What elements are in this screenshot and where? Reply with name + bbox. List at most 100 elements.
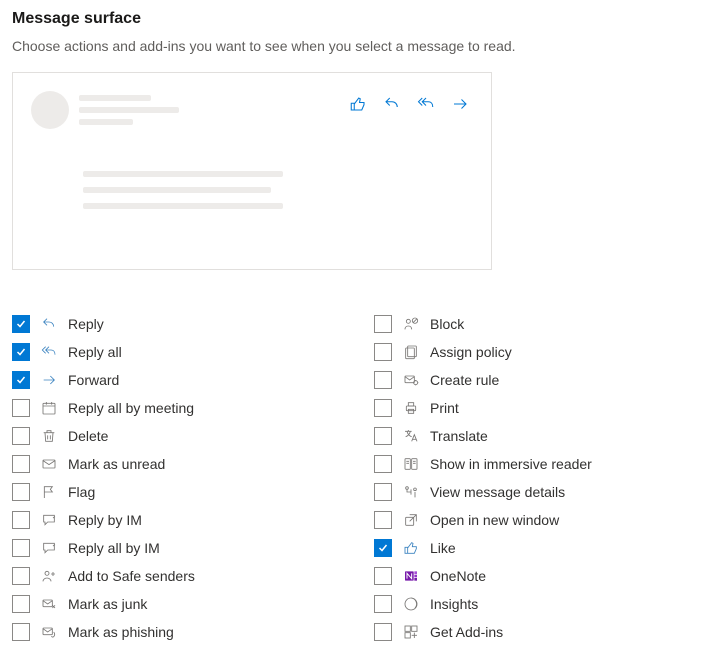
phishing-icon xyxy=(40,623,58,641)
action-label: Print xyxy=(430,400,459,416)
forward-icon xyxy=(40,371,58,389)
action-label: Open in new window xyxy=(430,512,559,528)
action-row-reply-meeting[interactable]: Reply all by meeting xyxy=(12,394,342,422)
action-label: Translate xyxy=(430,428,488,444)
addins-icon xyxy=(402,623,420,641)
action-label: Like xyxy=(430,540,456,556)
reader-icon xyxy=(402,455,420,473)
reply-all-icon xyxy=(417,95,435,118)
action-row-create-rule[interactable]: Create rule xyxy=(374,366,704,394)
checkbox-block[interactable] xyxy=(374,315,392,333)
action-row-flag[interactable]: Flag xyxy=(12,478,342,506)
action-row-safe-senders[interactable]: Add to Safe senders xyxy=(12,562,342,590)
checkbox-delete[interactable] xyxy=(12,427,30,445)
details-icon xyxy=(402,483,420,501)
checkbox-print[interactable] xyxy=(374,399,392,417)
action-row-get-addins[interactable]: Get Add-ins xyxy=(374,618,704,646)
checkbox-flag[interactable] xyxy=(12,483,30,501)
action-row-block[interactable]: Block xyxy=(374,310,704,338)
calendar-icon xyxy=(40,399,58,417)
checkbox-reply-all[interactable] xyxy=(12,343,30,361)
envelope-icon xyxy=(40,455,58,473)
action-row-reply-all-im[interactable]: Reply all by IM xyxy=(12,534,342,562)
im-icon xyxy=(40,511,58,529)
avatar-placeholder xyxy=(31,91,69,129)
block-icon xyxy=(402,315,420,333)
action-row-print[interactable]: Print xyxy=(374,394,704,422)
rule-icon xyxy=(402,371,420,389)
skeleton-line xyxy=(83,187,271,193)
checkbox-mark-phishing[interactable] xyxy=(12,623,30,641)
action-label: View message details xyxy=(430,484,565,500)
action-row-insights[interactable]: Insights xyxy=(374,590,704,618)
action-label: Mark as unread xyxy=(68,456,165,472)
action-label: Add to Safe senders xyxy=(68,568,195,584)
checkbox-view-details[interactable] xyxy=(374,483,392,501)
checkbox-insights[interactable] xyxy=(374,595,392,613)
checkbox-immersive[interactable] xyxy=(374,455,392,473)
print-icon xyxy=(402,399,420,417)
checkbox-onenote[interactable] xyxy=(374,567,392,585)
checkbox-reply-meeting[interactable] xyxy=(12,399,30,417)
skeleton-line xyxy=(79,95,151,101)
action-label: Mark as phishing xyxy=(68,624,174,640)
action-row-new-window[interactable]: Open in new window xyxy=(374,506,704,534)
action-label: OneNote xyxy=(430,568,486,584)
action-row-mark-phishing[interactable]: Mark as phishing xyxy=(12,618,342,646)
action-label: Get Add-ins xyxy=(430,624,503,640)
onenote-icon xyxy=(402,567,420,585)
page-subtitle: Choose actions and add-ins you want to s… xyxy=(12,38,716,54)
skeleton-line xyxy=(83,203,283,209)
action-row-delete[interactable]: Delete xyxy=(12,422,342,450)
action-label: Insights xyxy=(430,596,478,612)
action-label: Delete xyxy=(68,428,108,444)
checkbox-get-addins[interactable] xyxy=(374,623,392,641)
action-label: Reply all by IM xyxy=(68,540,160,556)
policy-icon xyxy=(402,343,420,361)
action-row-reply-all[interactable]: Reply all xyxy=(12,338,342,366)
flag-icon xyxy=(40,483,58,501)
checkbox-mark-junk[interactable] xyxy=(12,595,30,613)
action-row-reply-im[interactable]: Reply by IM xyxy=(12,506,342,534)
popout-icon xyxy=(402,511,420,529)
action-row-mark-junk[interactable]: Mark as junk xyxy=(12,590,342,618)
action-row-forward[interactable]: Forward xyxy=(12,366,342,394)
skeleton-line xyxy=(79,107,179,113)
action-label: Reply all xyxy=(68,344,122,360)
action-label: Show in immersive reader xyxy=(430,456,592,472)
checkbox-safe-senders[interactable] xyxy=(12,567,30,585)
action-row-view-details[interactable]: View message details xyxy=(374,478,704,506)
checkbox-new-window[interactable] xyxy=(374,511,392,529)
action-row-onenote[interactable]: OneNote xyxy=(374,562,704,590)
junk-icon xyxy=(40,595,58,613)
trash-icon xyxy=(40,427,58,445)
replyall-icon xyxy=(40,343,58,361)
checkbox-forward[interactable] xyxy=(12,371,30,389)
reply-icon xyxy=(40,315,58,333)
checkbox-translate[interactable] xyxy=(374,427,392,445)
action-row-assign-policy[interactable]: Assign policy xyxy=(374,338,704,366)
action-label: Assign policy xyxy=(430,344,512,360)
page-title: Message surface xyxy=(12,10,716,28)
action-label: Block xyxy=(430,316,464,332)
personadd-icon xyxy=(40,567,58,585)
checkbox-mark-unread[interactable] xyxy=(12,455,30,473)
action-row-reply[interactable]: Reply xyxy=(12,310,342,338)
action-label: Reply all by meeting xyxy=(68,400,194,416)
action-row-like[interactable]: Like xyxy=(374,534,704,562)
like-icon xyxy=(349,95,367,118)
checkbox-reply-im[interactable] xyxy=(12,511,30,529)
im-icon xyxy=(40,539,58,557)
action-row-mark-unread[interactable]: Mark as unread xyxy=(12,450,342,478)
skeleton-line xyxy=(83,171,283,177)
action-row-translate[interactable]: Translate xyxy=(374,422,704,450)
action-label: Reply by IM xyxy=(68,512,142,528)
action-row-immersive[interactable]: Show in immersive reader xyxy=(374,450,704,478)
checkbox-create-rule[interactable] xyxy=(374,371,392,389)
insights-icon xyxy=(402,595,420,613)
checkbox-like[interactable] xyxy=(374,539,392,557)
checkbox-reply[interactable] xyxy=(12,315,30,333)
translate-icon xyxy=(402,427,420,445)
checkbox-assign-policy[interactable] xyxy=(374,343,392,361)
checkbox-reply-all-im[interactable] xyxy=(12,539,30,557)
